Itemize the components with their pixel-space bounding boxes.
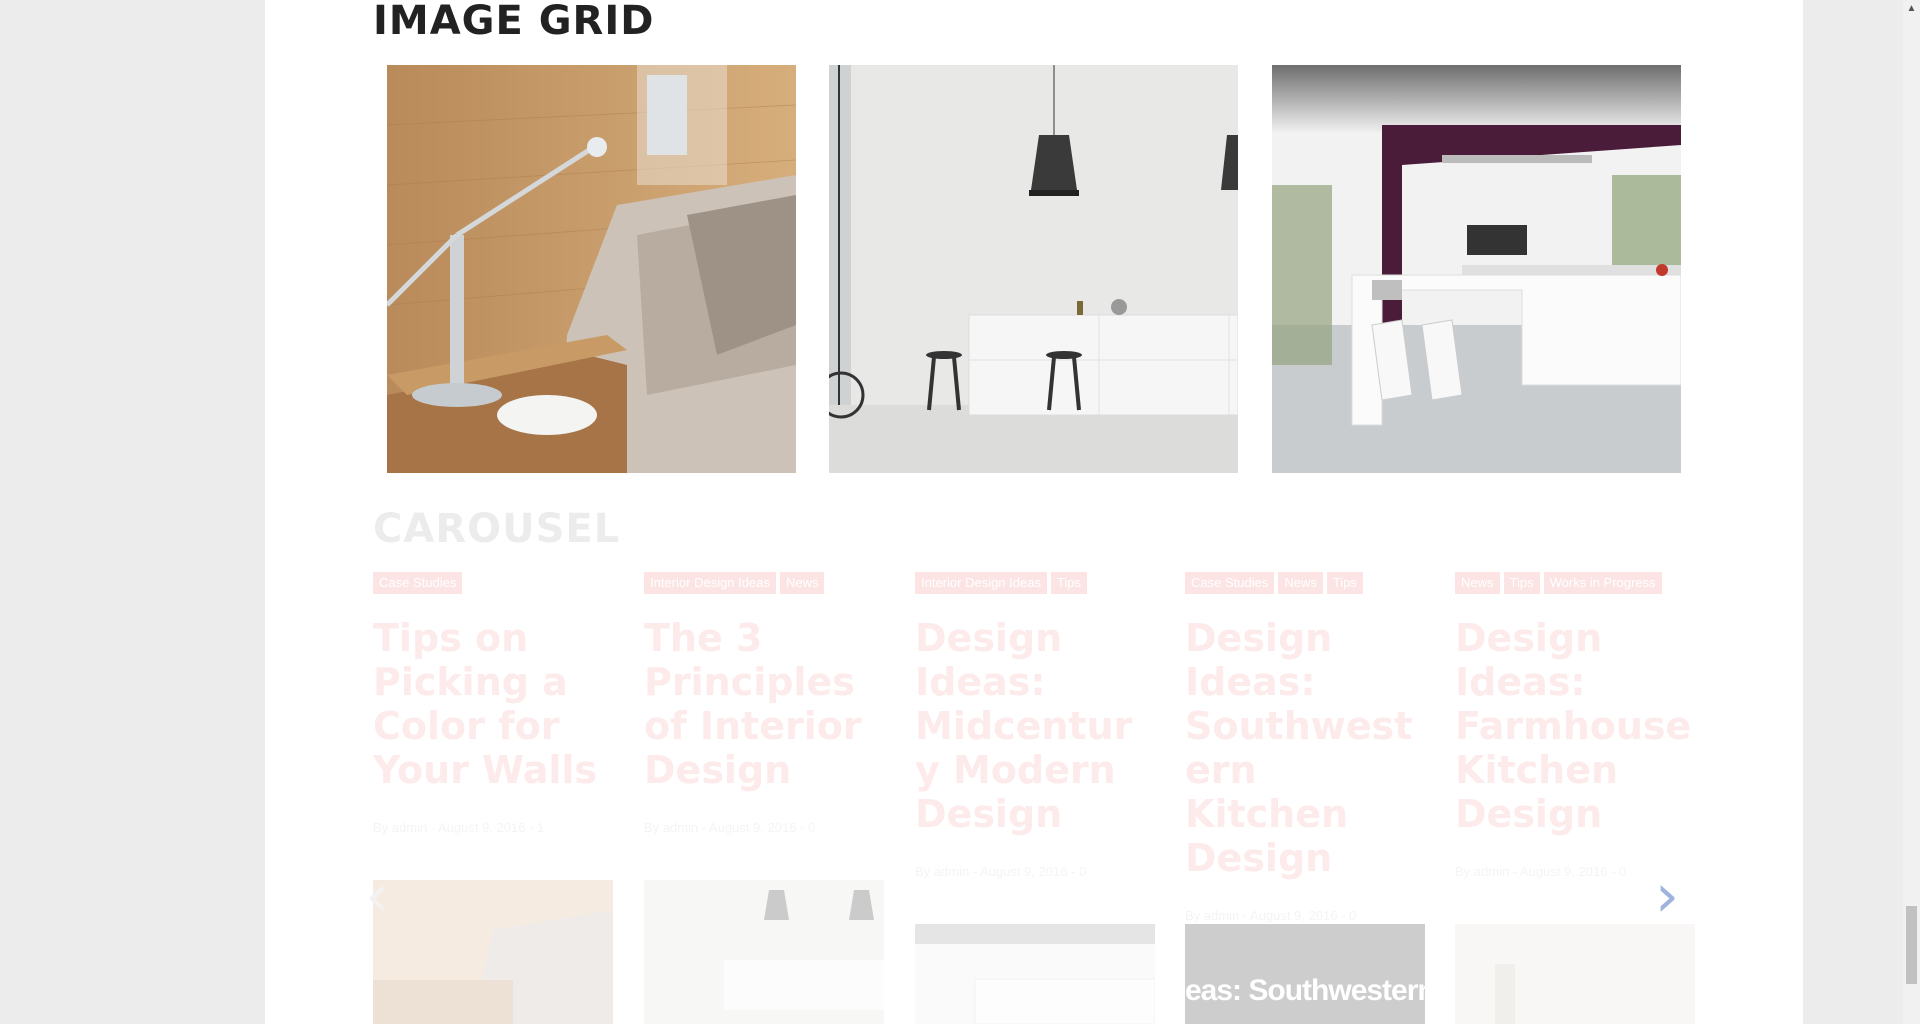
image-grid-heading: IMAGE GRID (373, 0, 655, 44)
post-tags: Case Studies News Tips (1185, 572, 1425, 594)
post-meta: By admin - August 9, 2016 - 1 (373, 820, 545, 835)
post-tag[interactable]: Case Studies (1185, 572, 1275, 594)
post-tag[interactable]: News (1455, 572, 1500, 594)
carousel-post-4: Case Studies News Tips Design Ideas: Sou… (1185, 572, 1425, 923)
open-kitchen-thumb-image (915, 924, 1155, 1024)
post-title[interactable]: Design Ideas: Midcentury Modern Design (915, 616, 1155, 836)
carousel-thumb-2[interactable] (644, 880, 884, 1024)
post-title[interactable]: Tips on Picking a Color for Your Walls (373, 616, 613, 792)
post-meta: By admin - August 9, 2016 - 0 (1185, 908, 1357, 923)
grid-image-open-kitchen[interactable] (1272, 65, 1681, 473)
carousel-heading: CAROUSEL (373, 506, 621, 552)
farmhouse-thumb-image (1455, 924, 1695, 1024)
post-title[interactable]: Design Ideas: Southwestern Kitchen Desig… (1185, 616, 1425, 880)
post-tags: Interior Design Ideas Tips (915, 572, 1155, 594)
post-tag[interactable]: Interior Design Ideas (644, 572, 776, 594)
scrollbar-thumb[interactable] (1906, 906, 1917, 984)
post-tag[interactable]: Tips (1326, 572, 1363, 594)
post-tag[interactable]: Interior Design Ideas (915, 572, 1047, 594)
scroll-up-arrow-icon[interactable]: ▲ (1903, 0, 1920, 17)
carousel-post-1: Case Studies Tips on Picking a Color for… (373, 572, 613, 835)
bedroom-photo (387, 65, 796, 473)
post-title[interactable]: The 3 Principles of Interior Design (644, 616, 884, 792)
post-title[interactable]: Design Ideas: Farmhouse Kitchen Design (1455, 616, 1695, 836)
page-content: IMAGE GRID CAROUSEL Case Studies Tips on… (265, 0, 1803, 1024)
post-tags: News Tips Works in Progress (1455, 572, 1695, 594)
carousel-post-5: News Tips Works in Progress Design Ideas… (1455, 572, 1695, 879)
kitchen-thumb-image (644, 880, 884, 1024)
post-tag[interactable]: News (1278, 572, 1323, 594)
carousel-post-2: Interior Design Ideas News The 3 Princip… (644, 572, 884, 835)
vertical-scrollbar[interactable]: ▲ (1903, 0, 1920, 1024)
thumb-overlay-text: eas: Southwestern Kitch (1185, 974, 1425, 1007)
white-kitchen-photo (829, 65, 1238, 473)
post-tag[interactable]: Case Studies (373, 572, 463, 594)
bedroom-thumb-image (373, 880, 613, 1024)
carousel-prev-arrow[interactable]: ‹ (365, 866, 389, 926)
carousel-thumb-1[interactable] (373, 880, 613, 1024)
open-kitchen-photo (1272, 65, 1681, 473)
grid-image-kitchen-pendant[interactable] (829, 65, 1238, 473)
carousel-thumb-4[interactable]: eas: Southwestern Kitch (1185, 924, 1425, 1024)
grid-image-bedroom[interactable] (387, 65, 796, 473)
post-tags: Case Studies (373, 572, 613, 594)
post-tag[interactable]: Tips (1050, 572, 1088, 594)
post-tags: Interior Design Ideas News (644, 572, 884, 594)
post-tag[interactable]: Works in Progress (1543, 572, 1662, 594)
carousel-thumb-5[interactable] (1455, 924, 1695, 1024)
carousel-post-3: Interior Design Ideas Tips Design Ideas:… (915, 572, 1155, 879)
post-meta: By admin - August 9, 2016 - 0 (644, 820, 816, 835)
carousel-next-arrow[interactable]: › (1655, 866, 1679, 926)
carousel-thumb-3[interactable] (915, 924, 1155, 1024)
post-tag[interactable]: News (779, 572, 825, 594)
post-meta: By admin - August 9, 2016 - 0 (915, 864, 1087, 879)
post-tag[interactable]: Tips (1503, 572, 1540, 594)
